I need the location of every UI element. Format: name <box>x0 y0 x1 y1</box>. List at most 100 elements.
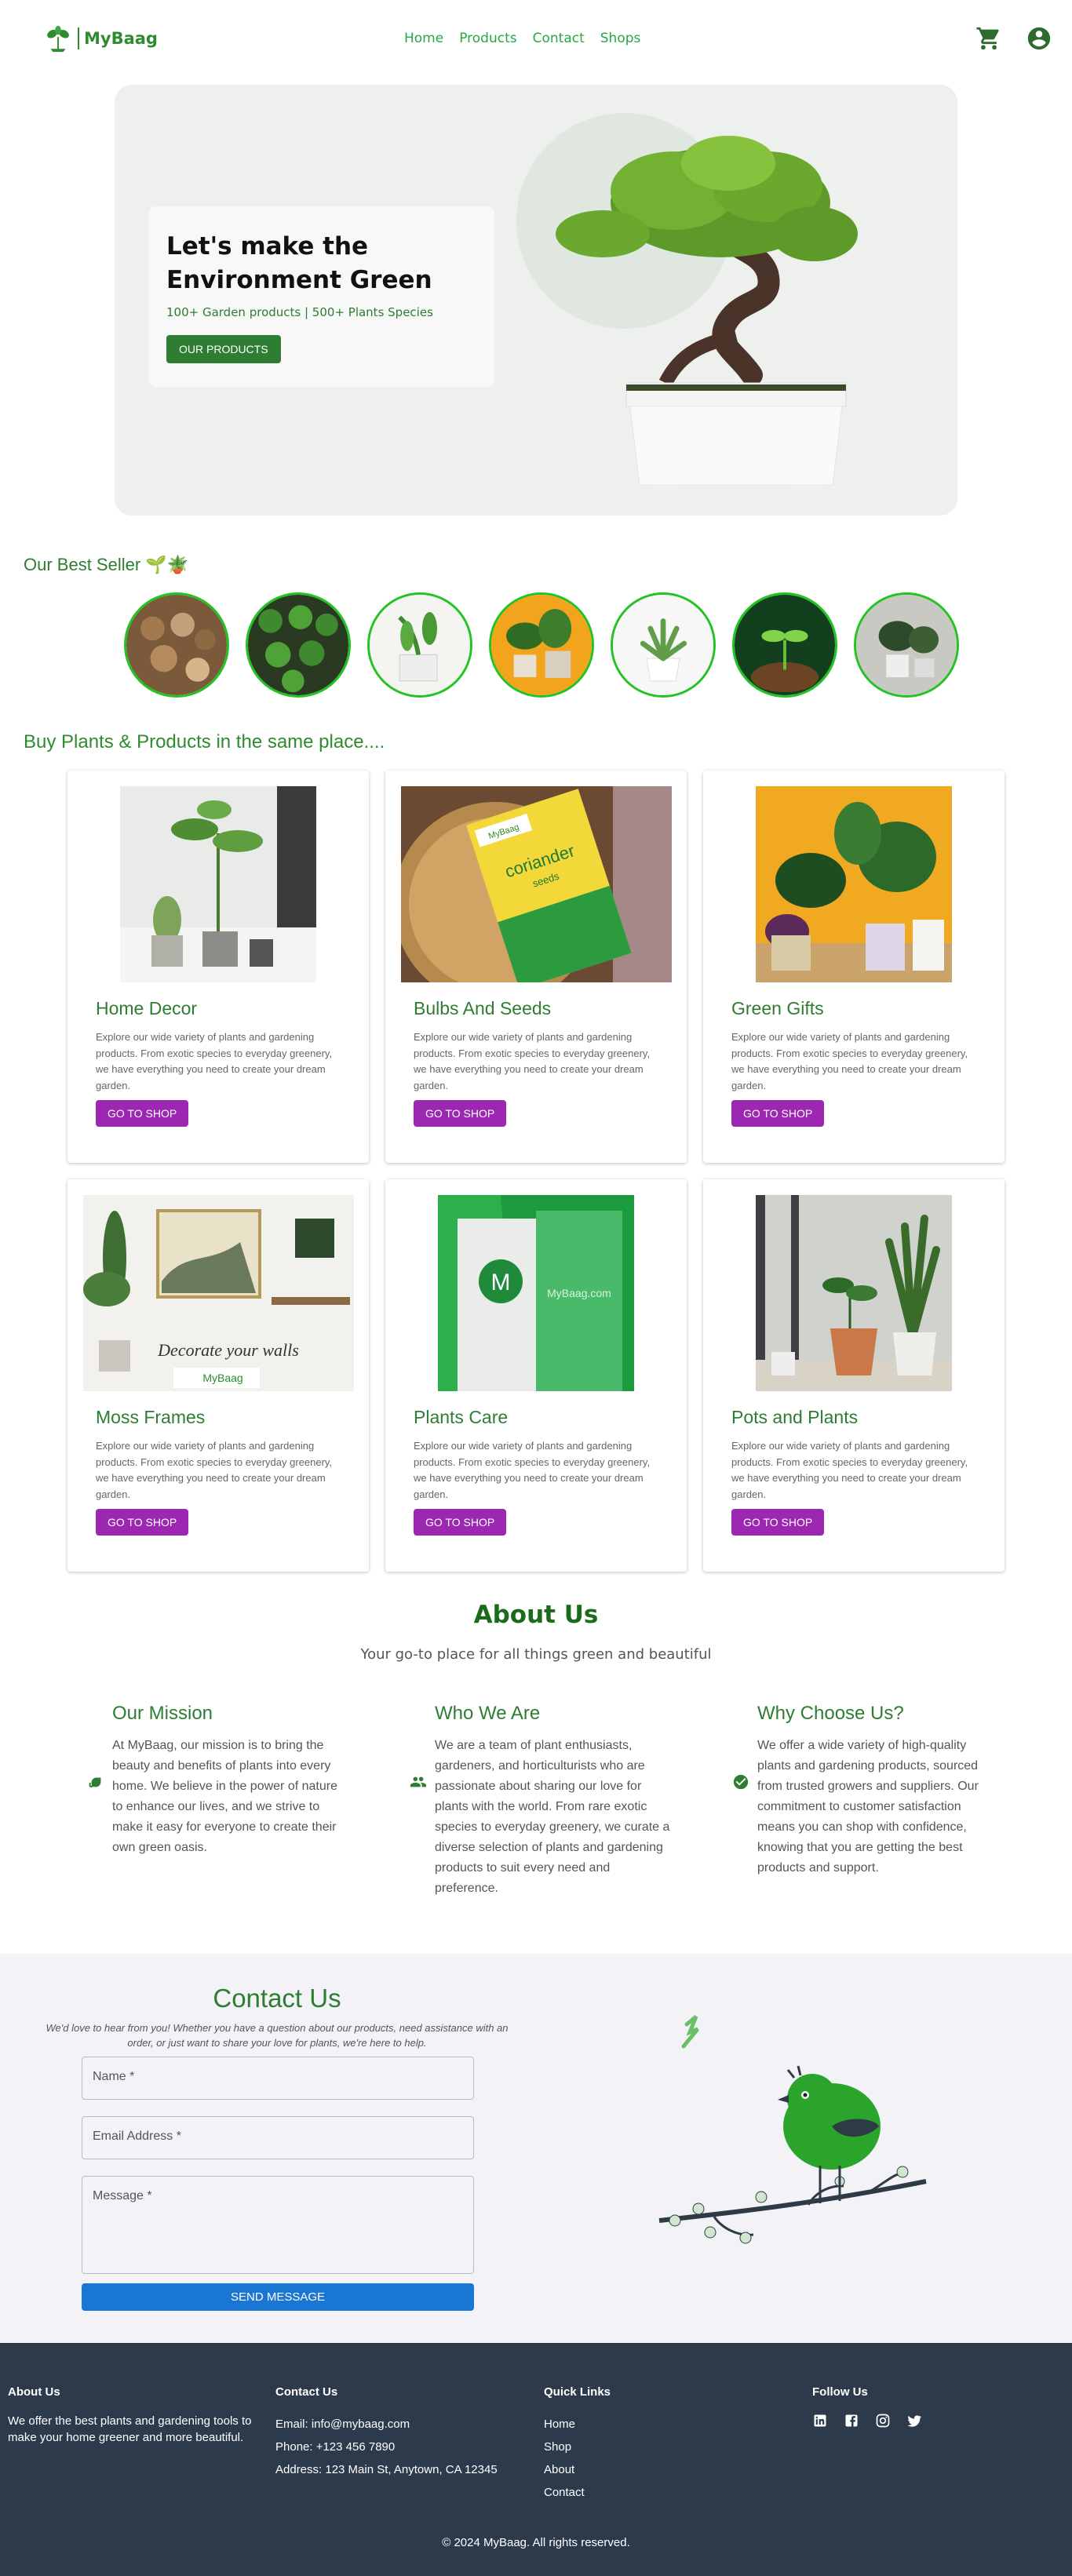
about-section: About Us Your go-to place for all things… <box>0 1601 1072 1663</box>
about-column-text: We are a team of plant enthusiasts, gard… <box>435 1739 670 1895</box>
footer-link-shop[interactable]: Shop <box>544 2436 803 2458</box>
best-seller-title: Our Best Seller 🌱🪴 <box>24 555 189 574</box>
linkedin-icon[interactable] <box>812 2413 828 2428</box>
footer-email[interactable]: Email: info@mybaag.com <box>275 2413 534 2436</box>
social-links <box>812 2413 1071 2428</box>
nav-link-shops[interactable]: Shops <box>600 31 641 46</box>
copyright: © 2024 MyBaag. All rights reserved. <box>442 2536 630 2549</box>
footer-links-title: Quick Links <box>544 2385 611 2399</box>
instagram-icon[interactable] <box>875 2413 891 2428</box>
product-card-bulbs-and-seeds: coriander seeds MyBaag Bulbs And Seeds Exp… <box>385 771 687 1163</box>
product-image: coriander seeds MyBaag <box>400 786 672 982</box>
twitter-icon[interactable] <box>906 2413 922 2428</box>
footer-contact-title: Contact Us <box>275 2385 338 2399</box>
go-to-shop-button[interactable]: GO TO SHOP <box>731 1100 825 1127</box>
product-description: Explore our wide variety of plants and g… <box>414 1031 651 1091</box>
frame-brand: MyBaag <box>202 1372 242 1384</box>
best-seller-item[interactable] <box>854 592 959 698</box>
product-description: Explore our wide variety of plants and g… <box>414 1440 651 1500</box>
logo-divider <box>78 27 79 49</box>
product-card-plants-care: M MyBaag.com Plants Care Explore our wide… <box>385 1179 687 1572</box>
send-message-button[interactable]: SEND MESSAGE <box>82 2283 474 2311</box>
hero-title-line1: Let's make the <box>166 232 369 261</box>
product-image: M MyBaag.com <box>438 1195 634 1391</box>
go-to-shop-button[interactable]: GO TO SHOP <box>414 1100 507 1127</box>
footer-phone[interactable]: Phone: +123 456 7890 <box>275 2436 534 2458</box>
about-column-title: Our Mission <box>112 1703 213 1724</box>
product-card-moss-frames: Decorate your walls MyBaag Moss Frames Ex… <box>67 1179 369 1572</box>
people-icon <box>410 1776 427 1787</box>
bonsai-image <box>556 136 858 499</box>
plant-logo-icon <box>47 25 69 53</box>
facebook-icon[interactable] <box>844 2413 859 2428</box>
footer-follow: Follow Us <box>812 2385 1071 2428</box>
care-pack-brand: MyBaag.com <box>547 1287 611 1299</box>
about-column-title: Why Choose Us? <box>757 1703 904 1724</box>
nav-link-contact[interactable]: Contact <box>533 31 585 46</box>
product-grid: Home Decor Explore our wide variety of p… <box>67 771 1005 1572</box>
care-pack-badge: M <box>491 1270 511 1295</box>
contact-description: We'd love to hear from you! Whether you … <box>46 2022 509 2049</box>
product-image <box>756 786 952 982</box>
brand-logo[interactable]: MyBaag <box>43 24 158 53</box>
product-image: Decorate your walls MyBaag <box>82 1195 354 1391</box>
footer-address: Address: 123 Main St, Anytown, CA 12345 <box>275 2463 498 2476</box>
hero-title-line2: Environment Green <box>166 266 432 294</box>
about-column-why: Why Choose Us? We offer a wide variety o… <box>733 1703 993 1878</box>
frame-caption: Decorate your walls <box>157 1340 299 1360</box>
best-seller-item[interactable] <box>124 592 229 698</box>
go-to-shop-button[interactable]: GO TO SHOP <box>96 1509 189 1536</box>
footer-link-contact[interactable]: Contact <box>544 2481 803 2504</box>
best-seller-item[interactable] <box>367 592 472 698</box>
hero-text-card: Let's make the Environment Green 100+ Gar… <box>149 206 494 387</box>
product-title: Bulbs And Seeds <box>414 998 552 1018</box>
our-products-button[interactable]: OUR PRODUCTS <box>166 335 281 363</box>
product-title: Green Gifts <box>731 998 824 1018</box>
products-section-title: Buy Plants & Products in the same place.… <box>24 731 385 752</box>
nav-link-products[interactable]: Products <box>459 31 516 46</box>
product-card-pots-and-plants: Pots and Plants Explore our wide variety… <box>703 1179 1005 1572</box>
best-seller-carousel <box>124 592 959 698</box>
footer-link-about[interactable]: About <box>544 2458 803 2481</box>
hero-subtitle: 100+ Garden products | 500+ Plants Speci… <box>166 305 433 319</box>
name-field[interactable]: Name * <box>82 2057 474 2100</box>
contact-section: Contact Us We'd love to hear from you! W… <box>0 1954 1072 2343</box>
best-seller-item[interactable] <box>246 592 351 698</box>
email-field[interactable]: Email Address * <box>82 2116 474 2159</box>
about-column-mission: Our Mission At MyBaag, our mission is to… <box>89 1703 348 1858</box>
about-title: About Us <box>473 1601 599 1629</box>
footer-contact: Contact Us Email: info@mybaag.com Phone:… <box>275 2385 534 2481</box>
about-column-text: We offer a wide variety of high-quality … <box>757 1739 979 1875</box>
footer-link-home[interactable]: Home <box>544 2413 803 2436</box>
about-column-text: At MyBaag, our mission is to bring the b… <box>112 1739 337 1854</box>
hero-banner: Let's make the Environment Green 100+ Gar… <box>115 85 957 516</box>
product-image <box>756 1195 952 1391</box>
cart-icon[interactable] <box>975 25 1002 52</box>
product-description: Explore our wide variety of plants and g… <box>731 1440 968 1500</box>
product-description: Explore our wide variety of plants and g… <box>96 1440 333 1500</box>
main-menu: Home Products Contact Shops <box>404 31 640 46</box>
product-card-green-gifts: Green Gifts Explore our wide variety of … <box>703 771 1005 1163</box>
nav-actions <box>975 25 1052 52</box>
message-field[interactable]: Message * <box>82 2176 474 2274</box>
account-icon[interactable] <box>1026 25 1052 52</box>
product-image <box>120 786 316 982</box>
about-column-who: Who We Are We are a team of plant enthus… <box>410 1703 670 1899</box>
footer-about-text: We offer the best plants and gardening t… <box>8 2414 252 2444</box>
nav-link-home[interactable]: Home <box>404 31 443 46</box>
best-seller-item[interactable] <box>611 592 716 698</box>
contact-title: Contact Us <box>213 1984 341 2013</box>
hero-title: Let's make the Environment Green <box>166 230 477 297</box>
top-navbar: MyBaag Home Products Contact Shops <box>0 0 1072 78</box>
go-to-shop-button[interactable]: GO TO SHOP <box>414 1509 507 1536</box>
go-to-shop-button[interactable]: GO TO SHOP <box>731 1509 825 1536</box>
about-column-title: Who We Are <box>435 1703 541 1724</box>
product-card-home-decor: Home Decor Explore our wide variety of p… <box>67 771 369 1163</box>
best-seller-item[interactable] <box>489 592 594 698</box>
product-title: Home Decor <box>96 998 198 1018</box>
go-to-shop-button[interactable]: GO TO SHOP <box>96 1100 189 1127</box>
best-seller-item[interactable] <box>732 592 837 698</box>
site-footer: About Us We offer the best plants and ga… <box>0 2343 1072 2576</box>
product-description: Explore our wide variety of plants and g… <box>731 1031 968 1091</box>
footer-about: About Us We offer the best plants and ga… <box>8 2385 267 2446</box>
